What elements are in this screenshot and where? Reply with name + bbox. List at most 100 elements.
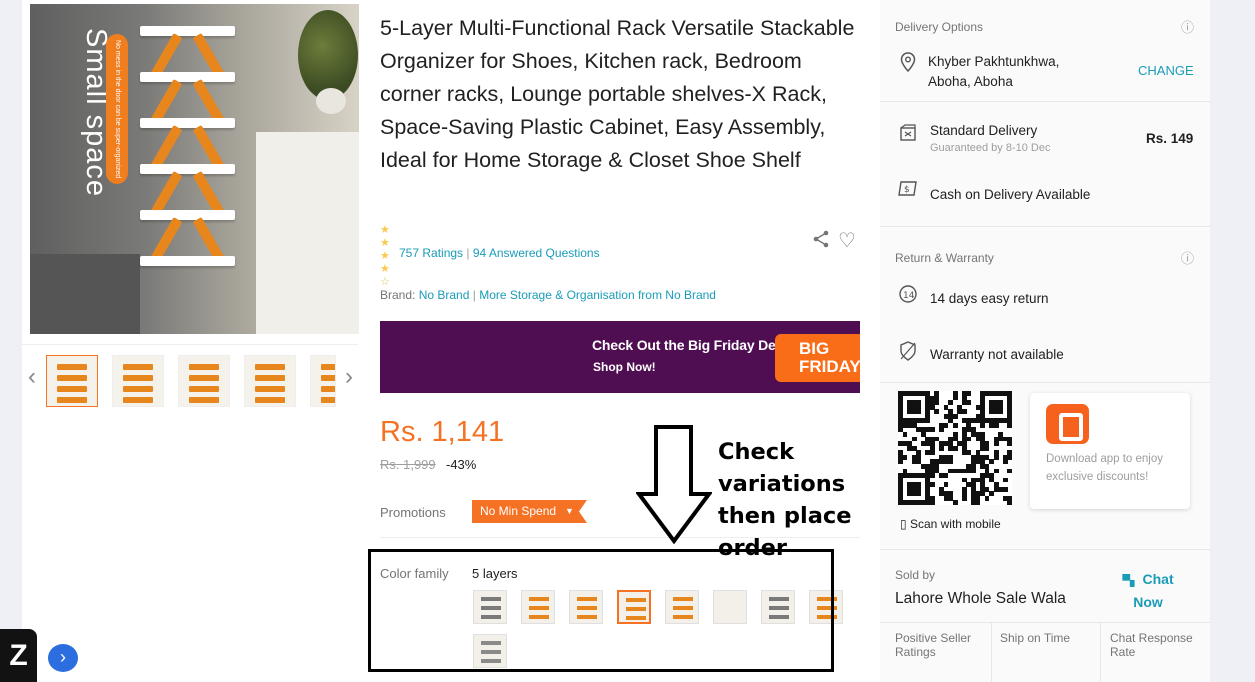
chevron-right-circle-icon[interactable]: › [48, 644, 78, 672]
info-icon[interactable]: ⓘ [1181, 248, 1194, 267]
share-icon[interactable] [812, 230, 830, 253]
qr-module [939, 427, 944, 433]
rack-shelf [140, 72, 235, 82]
product-thumbnail[interactable] [46, 355, 98, 407]
thumbnail-rack-leg [123, 375, 153, 381]
qr-module [939, 445, 944, 451]
image-cabinet [30, 254, 140, 334]
mobile-phone-icon: ▯ [900, 517, 907, 531]
qr-module [952, 500, 958, 506]
qr-module [1007, 441, 1013, 447]
thumbnail-rack-leg [321, 386, 335, 392]
thumbnail-rack-leg [57, 386, 87, 392]
original-price: Rs. 1,999 [380, 457, 436, 472]
cod-label: Cash on Delivery Available [930, 187, 1091, 202]
qr-module [1002, 486, 1008, 492]
qr-module [934, 409, 940, 415]
qr-module [975, 500, 981, 506]
brand-line: Brand: No Brand | More Storage & Organis… [380, 288, 716, 302]
image-plant [298, 10, 358, 100]
app-logo-icon [1046, 404, 1089, 444]
product-main-image[interactable]: Small space No mess in the door can be s… [30, 4, 359, 334]
qr-module [993, 422, 999, 428]
current-price: Rs. 1,141 [380, 416, 505, 448]
qr-module [1007, 422, 1013, 428]
divider [1100, 622, 1101, 682]
right-gutter [1210, 0, 1255, 682]
rack-shelf [140, 26, 235, 36]
sold-by-label: Sold by [895, 568, 936, 582]
chevron-left-icon[interactable]: ‹ [25, 365, 39, 389]
ratings-row: 757 Ratings | 94 Answered Questions [399, 246, 600, 260]
annotation-down-arrow-icon [636, 425, 712, 544]
change-location-link[interactable]: CHANGE [1138, 63, 1194, 78]
qr-module [993, 441, 999, 447]
qr-module [952, 413, 958, 419]
chat-now-button[interactable]: ▀▖ Chat Now [1118, 569, 1178, 613]
image-shoe-rack [140, 24, 235, 314]
star-icon: ★ [380, 237, 390, 249]
answered-questions-link[interactable]: 94 Answered Questions [473, 246, 600, 260]
caret-down-icon: ▼ [565, 506, 574, 516]
qr-module [929, 473, 935, 478]
qr-module [948, 400, 954, 405]
heart-icon[interactable]: ♡ [838, 228, 856, 253]
qr-module [1002, 477, 1008, 483]
product-thumbnail[interactable] [244, 355, 296, 407]
qr-module [970, 468, 976, 474]
chevron-right-icon[interactable]: › [342, 365, 356, 389]
download-app-card[interactable]: Download app to enjoy exclusive discount… [1030, 393, 1190, 509]
qr-module [929, 500, 935, 506]
warranty-shield-icon [898, 341, 918, 361]
big-friday-banner[interactable]: Check Out the Big Friday Deals Shop Now!… [380, 321, 860, 393]
product-thumbnail[interactable] [112, 355, 164, 407]
divider [880, 226, 1210, 227]
scan-with-mobile: ▯ Scan with mobile [900, 517, 1001, 531]
image-wall-panel [256, 132, 359, 334]
qr-module [989, 491, 995, 497]
ratings-link[interactable]: 757 Ratings [399, 246, 463, 260]
brand-link[interactable]: No Brand [419, 288, 470, 302]
divider [991, 622, 992, 682]
thumbnail-rack-leg [321, 364, 335, 370]
rack-shelf [140, 210, 235, 220]
discount-percent: -43% [446, 457, 477, 472]
more-from-brand-link[interactable]: More Storage & Organisation from No Bran… [479, 288, 716, 302]
seller-name[interactable]: Lahore Whole Sale Wala [895, 590, 1066, 608]
promotion-tag[interactable]: No Min Spend ▼ [472, 500, 587, 523]
qr-module [993, 468, 999, 474]
qr-module [998, 409, 1004, 415]
thumbnail-rack-leg [255, 397, 285, 403]
floating-app-logo-icon[interactable]: Z [0, 629, 37, 682]
qr-module [952, 445, 958, 451]
rating-stars: ★ ★ ★ ★ ☆ [380, 224, 392, 289]
thumbnail-rack-leg [123, 386, 153, 392]
warranty-status: Warranty not available [930, 347, 1064, 362]
qr-module [980, 422, 985, 428]
qr-module [934, 400, 940, 405]
standard-delivery-eta: Guaranteed by 8-10 Dec [930, 142, 1051, 154]
qr-module [961, 409, 967, 415]
qr-module [902, 454, 908, 460]
product-thumbnail[interactable] [310, 355, 336, 407]
image-pill-text: No mess in the door can be super-organiz… [106, 34, 128, 184]
divider [880, 382, 1210, 383]
return-policy: 14 days easy return [930, 291, 1049, 306]
thumbnail-rack-leg [189, 375, 219, 381]
big-friday-badge: BIG FRIDAY [775, 334, 860, 382]
svg-text:$: $ [904, 185, 910, 195]
qr-module [966, 391, 972, 396]
delivery-box-icon [898, 124, 918, 144]
thumbnail-rack-leg [321, 375, 335, 381]
rack-shelf [140, 164, 235, 174]
qr-module [961, 495, 967, 501]
info-icon[interactable]: ⓘ [1181, 17, 1194, 36]
banner-headline: Check Out the Big Friday Deals [592, 337, 795, 353]
delivery-options-heading: Delivery Options [895, 20, 984, 34]
qr-module [948, 459, 954, 465]
ship-on-time-label: Ship on Time [1000, 631, 1071, 645]
promotions-label: Promotions [380, 505, 446, 520]
qr-module [952, 395, 958, 401]
star-icon: ★ [380, 224, 390, 236]
product-thumbnail[interactable] [178, 355, 230, 407]
